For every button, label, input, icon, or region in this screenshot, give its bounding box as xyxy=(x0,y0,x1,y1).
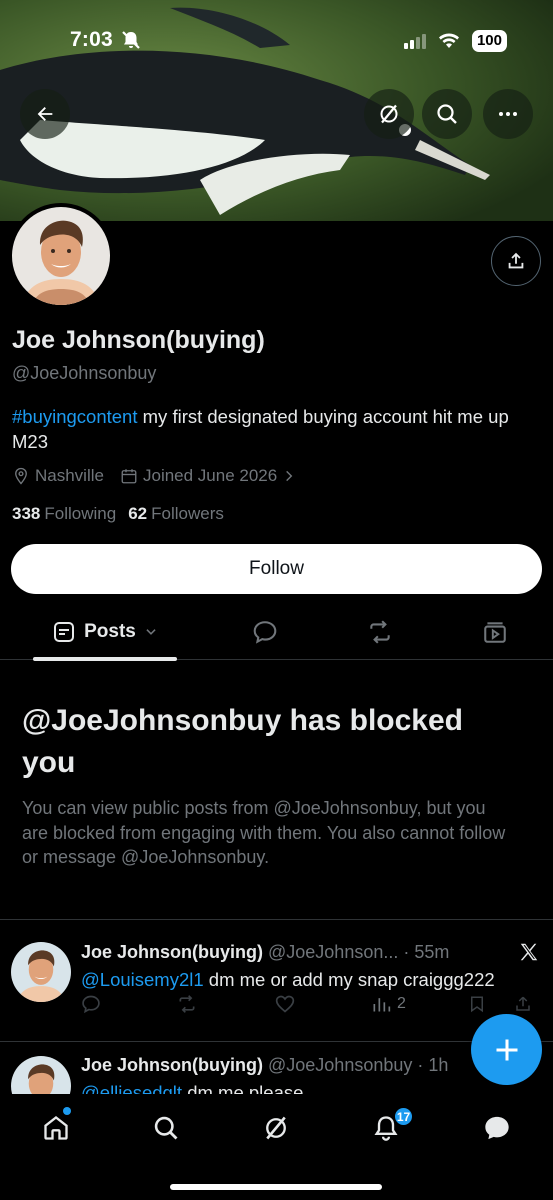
joined-date[interactable]: Joined June 2026 xyxy=(120,466,296,486)
compose-post-button[interactable] xyxy=(471,1014,542,1085)
post-author-name: Joe Johnson(buying) xyxy=(81,1055,263,1075)
active-tab-indicator xyxy=(33,657,177,661)
share-post-button[interactable] xyxy=(514,994,532,1014)
avatar-photo xyxy=(11,942,71,1002)
following-link[interactable]: 338 Following xyxy=(12,504,116,524)
battery-indicator: 100 xyxy=(471,30,507,52)
post-body: dm me or add my snap craiggg222 xyxy=(203,969,495,990)
post-author-name: Joe Johnson(buying) xyxy=(81,942,263,962)
nav-grok[interactable] xyxy=(256,1108,296,1148)
bio-hashtag-link[interactable]: #buyingcontent xyxy=(12,406,138,427)
follow-counts: 338 Following 62 Followers xyxy=(12,504,224,524)
chat-bubble-icon xyxy=(485,1116,509,1140)
post-header: Joe Johnson(buying) @JoeJohnson... · 55m xyxy=(81,942,449,963)
location-pin-icon xyxy=(15,467,27,485)
share-icon xyxy=(508,252,524,269)
more-button[interactable] xyxy=(483,89,533,139)
repost-button[interactable] xyxy=(176,994,198,1014)
status-time: 7:03 xyxy=(70,28,113,51)
cellular-signal-icon xyxy=(403,34,426,49)
back-button[interactable] xyxy=(20,89,70,139)
notifications-badge: 17 xyxy=(393,1106,414,1127)
blocked-description: You can view public posts from @JoeJohns… xyxy=(22,798,506,867)
post-body: dm me please xyxy=(182,1082,304,1094)
chevron-down-icon xyxy=(146,629,156,635)
reply-bubble-icon xyxy=(253,621,277,644)
location: Nashville xyxy=(12,466,104,486)
post-item[interactable]: Joe Johnson(buying) @JoeJohnson... · 55m… xyxy=(0,920,553,1040)
post-handle-time: @JoeJohnson... · 55m xyxy=(263,942,450,962)
profile-meta: Nashville Joined June 2026 xyxy=(12,466,312,486)
nav-home[interactable] xyxy=(36,1108,76,1148)
followers-label: Followers xyxy=(151,504,224,523)
repost-icon xyxy=(370,620,390,644)
wifi-icon xyxy=(438,33,459,48)
posts-icon xyxy=(54,622,75,642)
avatar-photo xyxy=(11,1056,71,1094)
views-chart-icon xyxy=(373,998,391,1012)
grok-button[interactable] xyxy=(364,89,414,139)
search-button[interactable] xyxy=(422,89,472,139)
tab-replies[interactable] xyxy=(240,604,290,660)
post-mention-link[interactable]: @Louisemy2l1 xyxy=(81,969,204,990)
post-text: @elliesedglt dm me please xyxy=(81,1082,303,1094)
location-text: Nashville xyxy=(35,466,104,485)
arrow-left-icon xyxy=(37,107,53,121)
like-button[interactable] xyxy=(274,994,296,1014)
profile-bio: #buyingcontent my first designated buyin… xyxy=(12,404,542,454)
media-play-icon xyxy=(484,622,506,643)
blocked-title: @JoeJohnsonbuy has blocked you xyxy=(22,704,464,779)
x-logo-icon xyxy=(520,943,538,961)
joined-text: Joined June 2026 xyxy=(142,466,278,485)
heart-icon xyxy=(275,995,295,1013)
nav-messages[interactable] xyxy=(477,1108,517,1148)
more-horizontal-icon xyxy=(499,112,517,116)
following-count: 338 xyxy=(12,504,41,523)
post-avatar[interactable] xyxy=(11,942,71,1002)
profile-tabs: Posts xyxy=(0,604,553,661)
avatar-photo xyxy=(12,207,110,305)
profile-name: Joe Johnson(buying) xyxy=(12,326,265,354)
share-button[interactable] xyxy=(491,236,541,286)
slash-circle-icon xyxy=(380,104,398,124)
tab-media[interactable] xyxy=(470,604,520,660)
home-indicator-bar xyxy=(170,1184,382,1190)
silent-bell-icon xyxy=(121,30,141,55)
post-handle-time: @JoeJohnsonbuy · 1h xyxy=(263,1055,449,1075)
slash-circle-icon xyxy=(266,1116,286,1140)
share-icon xyxy=(516,996,530,1011)
post-text: @Louisemy2l1 dm me or add my snap craigg… xyxy=(81,969,495,991)
status-indicators: 100 xyxy=(403,30,507,52)
search-icon xyxy=(154,1116,178,1140)
views-count: 2 xyxy=(397,995,406,1012)
post-avatar[interactable] xyxy=(11,1056,71,1094)
followers-link[interactable]: 62 Followers xyxy=(128,504,224,524)
home-icon xyxy=(44,1116,68,1140)
bookmark-button[interactable] xyxy=(468,994,486,1014)
post-mention-link[interactable]: @elliesedglt xyxy=(81,1082,182,1094)
search-icon xyxy=(437,104,457,124)
repost-icon xyxy=(179,995,195,1013)
tab-posts-label: Posts xyxy=(84,621,136,642)
following-label: Following xyxy=(44,504,117,523)
tab-posts[interactable]: Posts xyxy=(33,604,177,660)
reply-button[interactable] xyxy=(81,994,101,1014)
plus-icon xyxy=(496,1039,517,1060)
profile-avatar[interactable] xyxy=(8,203,114,309)
home-new-indicator xyxy=(63,1107,71,1115)
reply-icon xyxy=(82,995,100,1014)
views-button[interactable]: 2 xyxy=(371,994,406,1014)
bookmark-icon xyxy=(471,996,483,1013)
followers-count: 62 xyxy=(128,504,148,523)
calendar-icon xyxy=(121,469,137,484)
chevron-right-icon xyxy=(286,470,293,482)
post-header: Joe Johnson(buying) @JoeJohnsonbuy · 1h xyxy=(81,1055,448,1076)
follow-button[interactable]: Follow xyxy=(11,544,542,594)
profile-handle: @JoeJohnsonbuy xyxy=(12,363,157,383)
nav-search[interactable] xyxy=(146,1108,186,1148)
tab-reposts[interactable] xyxy=(355,604,405,660)
